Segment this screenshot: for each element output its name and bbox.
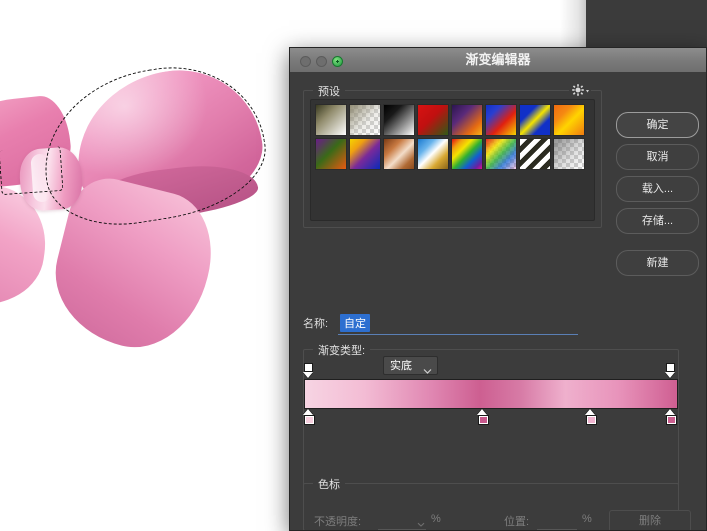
preset-swatch-red-green[interactable] bbox=[417, 104, 449, 136]
color-stop-pointer bbox=[476, 409, 487, 415]
bow-knot-highlight bbox=[30, 153, 52, 203]
color-stop-3[interactable] bbox=[585, 409, 598, 425]
gradient-type-value: 实底 bbox=[390, 360, 412, 372]
gradient-preview-bar[interactable] bbox=[304, 379, 678, 409]
position-input[interactable] bbox=[537, 529, 577, 530]
preset-swatch-violet-orange[interactable] bbox=[451, 104, 483, 136]
preset-swatch-fill bbox=[350, 105, 380, 135]
opacity-stop-left[interactable] bbox=[303, 363, 316, 378]
preset-swatch-yellow-violet-orange-blue[interactable] bbox=[349, 138, 381, 170]
save-button[interactable]: 存储... bbox=[616, 208, 699, 234]
color-stop-1[interactable] bbox=[303, 409, 316, 425]
preset-swatch-foreground-to-background[interactable] bbox=[315, 104, 347, 136]
dialog-titlebar[interactable]: 渐变编辑器 bbox=[290, 48, 706, 73]
preset-swatch-black-white[interactable] bbox=[383, 104, 415, 136]
presets-well[interactable] bbox=[310, 99, 595, 221]
cancel-button[interactable]: 取消 bbox=[616, 144, 699, 170]
color-stop-square bbox=[586, 415, 598, 425]
color-stop-label: 色标 bbox=[313, 476, 345, 492]
name-label: 名称: bbox=[303, 318, 329, 330]
color-stop-4[interactable] bbox=[665, 409, 678, 425]
presets-grid[interactable] bbox=[315, 104, 585, 170]
gradient-type-select[interactable]: 实底 bbox=[383, 356, 438, 375]
presets-group: 预设 bbox=[303, 82, 602, 228]
preset-swatch-violet-green-orange[interactable] bbox=[315, 138, 347, 170]
ok-button[interactable]: 确定 bbox=[616, 112, 699, 138]
preset-swatch-orange-yellow-orange[interactable] bbox=[553, 104, 585, 136]
opacity-stop-square bbox=[304, 363, 313, 372]
preset-swatch-transparent-rainbow[interactable] bbox=[485, 138, 517, 170]
preset-swatch-transparent-stripes[interactable] bbox=[519, 138, 551, 170]
load-button[interactable]: 载入... bbox=[616, 176, 699, 202]
color-stop-square bbox=[666, 415, 677, 425]
name-input-underline bbox=[338, 334, 578, 335]
opacity-unit: % bbox=[431, 513, 441, 525]
color-stop-pointer bbox=[665, 409, 675, 415]
name-input[interactable]: 自定 bbox=[340, 314, 370, 332]
presets-label: 预设 bbox=[313, 83, 345, 99]
color-stop-group: 色标 不透明度: % 位置: % 删除 颜色: 位置 bbox=[303, 476, 691, 530]
preset-swatch-blue-red-yellow[interactable] bbox=[485, 104, 517, 136]
preset-swatch-copper[interactable] bbox=[383, 138, 415, 170]
gradient-editor-dialog[interactable]: 渐变编辑器 预设 名称: 自定 渐变类型: 实底 色标 不透明度: % 位置: … bbox=[289, 47, 707, 531]
color-stop-square bbox=[304, 415, 315, 425]
preset-swatch-foreground-to-transparent[interactable] bbox=[349, 104, 381, 136]
color-stop-2[interactable] bbox=[476, 409, 490, 425]
preset-swatch-chrome[interactable] bbox=[417, 138, 449, 170]
opacity-stop-square bbox=[666, 363, 675, 372]
preset-swatch-fill bbox=[554, 139, 584, 169]
preset-swatch-spectrum[interactable] bbox=[451, 138, 483, 170]
gear-icon[interactable] bbox=[569, 82, 591, 98]
color-stop-pointer bbox=[303, 409, 313, 415]
preset-swatch-neutral-density[interactable] bbox=[553, 138, 585, 170]
opacity-stop-pointer bbox=[665, 372, 675, 378]
opacity-stop-pointer bbox=[303, 372, 313, 378]
gradient-type-label: 渐变类型: bbox=[313, 342, 371, 358]
ribbon-bow-artwork bbox=[0, 53, 280, 380]
bow-knot bbox=[17, 145, 85, 213]
preset-swatch-fill bbox=[486, 139, 516, 169]
color-stop-pointer bbox=[585, 409, 596, 415]
color-stop-square bbox=[477, 415, 489, 425]
new-button[interactable]: 新建 bbox=[616, 250, 699, 276]
dialog-title: 渐变编辑器 bbox=[465, 52, 531, 67]
position-unit: % bbox=[582, 513, 592, 525]
dialog-body: 预设 名称: 自定 渐变类型: 实底 色标 不透明度: % 位置: % 删除 确… bbox=[290, 72, 706, 530]
opacity-stop-right[interactable] bbox=[665, 363, 678, 378]
preset-swatch-blue-yellow-blue[interactable] bbox=[519, 104, 551, 136]
position-label: 位置: bbox=[504, 516, 530, 528]
delete-button[interactable]: 删除 bbox=[609, 510, 691, 530]
opacity-chevron-down-icon[interactable] bbox=[417, 515, 425, 530]
opacity-label: 不透明度: bbox=[314, 516, 362, 528]
